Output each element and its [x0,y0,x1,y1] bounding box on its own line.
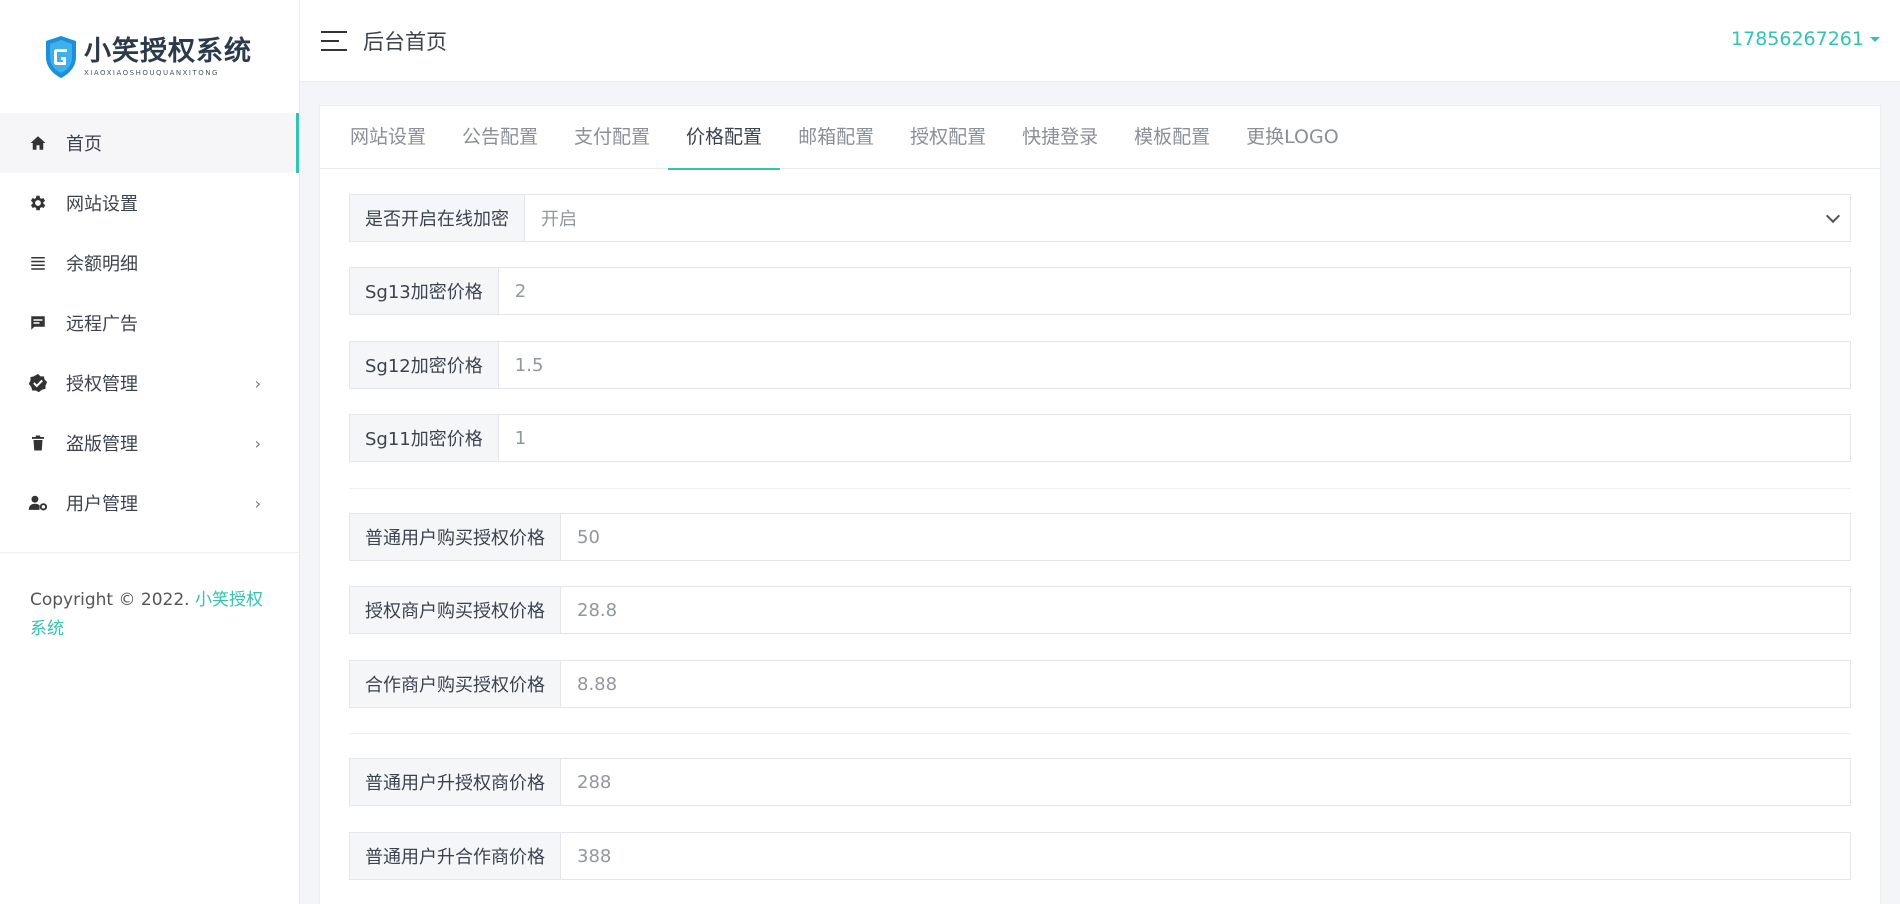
tab-site-settings[interactable]: 网站设置 [332,106,444,169]
sidebar-item-remote-ads[interactable]: 远程广告 [0,293,299,353]
sidebar-item-label: 网站设置 [66,194,138,215]
sidebar-item-label: 授权管理 [66,374,138,395]
encrypt-online-label: 是否开启在线加密 [350,195,525,241]
section-divider [349,733,1851,734]
sidebar-item-label: 用户管理 [66,494,138,515]
agent-buy-price-label: 授权商户购买授权价格 [350,587,561,633]
tab-email[interactable]: 邮箱配置 [780,106,892,169]
normal-to-agent-price-group: 普通用户升授权商价格 [349,758,1851,806]
settings-tabs: 网站设置 公告配置 支付配置 价格配置 邮箱配置 授权配置 快捷登录 模板配置 … [320,106,1880,170]
user-account: 17856267261 [1731,28,1864,50]
sg13-price-group: Sg13加密价格 [349,267,1851,315]
user-settings-icon [28,493,48,513]
message-icon [28,313,48,333]
verified-badge-icon [28,373,48,393]
normal-buy-price-group: 普通用户购买授权价格 [349,513,1851,561]
sidebar-item-home[interactable]: 首页 [0,113,299,173]
list-icon [28,253,48,273]
partner-buy-price-input[interactable] [561,661,1850,707]
page-title: 后台首页 [363,29,447,54]
trash-icon [28,433,48,453]
chevron-right-icon: › [254,433,261,453]
sg12-price-input[interactable] [498,342,1850,388]
sg11-price-label: Sg11加密价格 [350,415,499,461]
sidebar-item-label: 首页 [66,134,102,155]
normal-to-partner-price-group: 普通用户升合作商价格 [349,832,1851,880]
sidebar-item-balance[interactable]: 余额明细 [0,233,299,293]
chevron-right-icon: › [254,493,261,513]
brand-logo[interactable]: 小笑授权系统 XIAOXIAOSHOUQUANXITONG [0,0,299,113]
tab-change-logo[interactable]: 更换LOGO [1228,106,1357,169]
sg12-price-label: Sg12加密价格 [350,342,499,388]
menu-toggle-icon[interactable] [321,30,347,51]
brand-subtitle: XIAOXIAOSHOUQUANXITONG [84,68,219,77]
normal-to-partner-price-input[interactable] [561,833,1850,879]
normal-to-agent-price-label: 普通用户升授权商价格 [350,759,561,805]
shield-logo-icon [46,35,76,78]
sg11-price-group: Sg11加密价格 [349,414,1851,462]
sidebar-item-label: 盗版管理 [66,434,138,455]
normal-buy-price-label: 普通用户购买授权价格 [350,514,561,560]
tab-license[interactable]: 授权配置 [892,106,1004,169]
sidebar: 小笑授权系统 XIAOXIAOSHOUQUANXITONG 首页 网站设置 余额… [0,0,300,904]
sidebar-item-label: 远程广告 [66,314,138,335]
normal-buy-price-input[interactable] [561,514,1850,560]
sidebar-item-site-settings[interactable]: 网站设置 [0,173,299,233]
chevron-right-icon: › [254,373,261,393]
sg13-price-label: Sg13加密价格 [350,268,499,314]
settings-card: 网站设置 公告配置 支付配置 价格配置 邮箱配置 授权配置 快捷登录 模板配置 … [319,105,1881,904]
gear-icon [28,193,48,213]
sg11-price-input[interactable] [498,415,1850,461]
home-icon [28,133,48,153]
sg12-price-group: Sg12加密价格 [349,341,1851,389]
top-header: 后台首页 17856267261 [300,0,1900,82]
sidebar-nav: 首页 网站设置 余额明细 远程广告 授权管理 › 盗版管理 › 用户管理 › [0,113,299,533]
encrypt-online-group: 是否开启在线加密 [349,194,1851,242]
caret-down-icon [1870,37,1880,42]
user-dropdown[interactable]: 17856267261 [1731,28,1880,50]
tab-announcement[interactable]: 公告配置 [444,106,556,169]
normal-to-agent-price-input[interactable] [561,759,1850,805]
agent-buy-price-group: 授权商户购买授权价格 [349,586,1851,634]
tab-pricing[interactable]: 价格配置 [668,106,781,170]
partner-buy-price-label: 合作商户购买授权价格 [350,661,561,707]
brand-title: 小笑授权系统 [84,35,252,67]
section-divider [349,488,1851,489]
tab-quick-login[interactable]: 快捷登录 [1004,106,1116,169]
sidebar-item-label: 余额明细 [66,254,138,275]
tab-payment[interactable]: 支付配置 [556,106,668,169]
tab-template[interactable]: 模板配置 [1116,106,1228,169]
sidebar-item-user-management[interactable]: 用户管理 › [0,473,299,533]
sidebar-item-piracy-management[interactable]: 盗版管理 › [0,413,299,473]
encrypt-online-select[interactable] [525,195,1850,241]
copyright-text: Copyright © 2022. [30,590,195,610]
copyright: Copyright © 2022. 小笑授权系统 [0,553,299,644]
agent-buy-price-input[interactable] [561,587,1850,633]
sg13-price-input[interactable] [498,268,1850,314]
partner-buy-price-group: 合作商户购买授权价格 [349,660,1851,708]
sidebar-item-license-management[interactable]: 授权管理 › [0,353,299,413]
normal-to-partner-price-label: 普通用户升合作商价格 [350,833,561,879]
